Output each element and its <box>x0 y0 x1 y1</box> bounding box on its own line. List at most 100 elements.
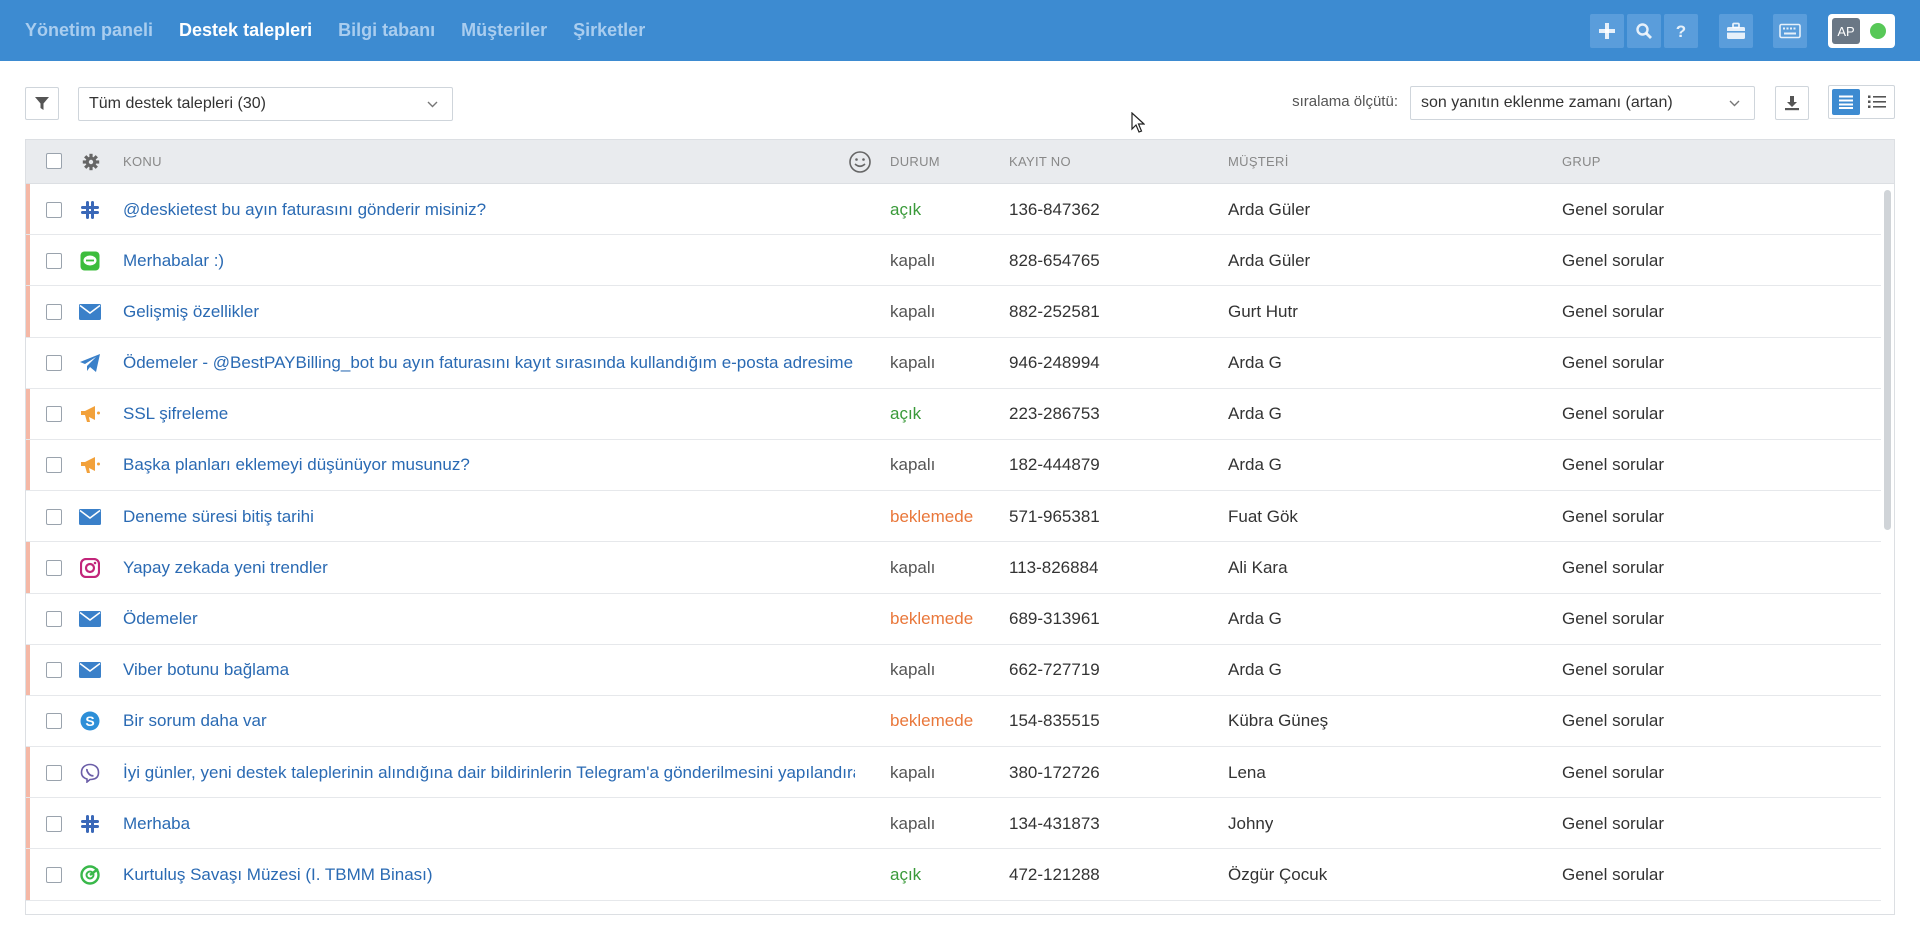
column-status[interactable]: DURUM <box>890 154 940 169</box>
row-checkbox[interactable] <box>46 815 62 832</box>
plus-icon <box>1599 23 1615 39</box>
row-checkbox[interactable] <box>46 508 62 525</box>
ticket-number: 223-286753 <box>1009 404 1100 424</box>
ticket-number: 136-847362 <box>1009 199 1100 219</box>
table-row[interactable]: Merhabalar :) kapalı 828-654765 Arda Güler G… <box>26 235 1881 287</box>
row-checkbox[interactable] <box>46 662 62 679</box>
ticket-customer: Arda G <box>1228 353 1282 373</box>
ticket-subject-link[interactable]: İyi günler, yeni destek taleplerinin alı… <box>123 747 855 798</box>
ticket-subject-link[interactable]: Gelişmiş özellikler <box>123 286 855 337</box>
table-row[interactable]: Ödemeler beklemede 689-313961 Arda G Genel s… <box>26 594 1881 645</box>
column-ticket-no[interactable]: KAYIT NO <box>1009 154 1071 169</box>
ticket-group: Genel sorular <box>1562 762 1665 782</box>
table-row[interactable]: SSL şifreleme açık 223-286753 Arda G Genel s… <box>26 388 1881 440</box>
ticket-subject-link[interactable]: SSL şifreleme <box>123 389 855 440</box>
briefcase-button[interactable] <box>1719 14 1753 48</box>
ticket-subject-link[interactable]: Ödemeler <box>123 594 855 645</box>
keyboard-button[interactable] <box>1773 14 1807 48</box>
table-row[interactable]: Ödemeler - @BestPAYBilling_bot bu ayın f… <box>26 338 1881 389</box>
nav-item-1[interactable]: Destek talepleri <box>179 20 312 41</box>
ticket-subject-link[interactable]: Bir sorum daha var <box>123 696 855 747</box>
table-row[interactable]: İyi günler, yeni destek taleplerinin alı… <box>26 747 1881 799</box>
ticket-group: Genel sorular <box>1562 660 1665 680</box>
ticket-subject-link[interactable]: @deskietest bu ayın faturasını gönderir … <box>123 184 855 235</box>
skype-icon: S <box>79 710 101 732</box>
user-status-toggle[interactable]: AP <box>1828 14 1895 48</box>
ticket-group: Genel sorular <box>1562 301 1665 321</box>
row-checkbox[interactable] <box>46 764 62 781</box>
table-row[interactable]: Viber botunu bağlama kapalı 662-727719 Arda… <box>26 644 1881 696</box>
filter-button[interactable] <box>25 87 59 120</box>
row-checkbox[interactable] <box>46 406 62 423</box>
nav-item-0[interactable]: Yönetim paneli <box>25 20 153 41</box>
ticket-customer: Lena <box>1228 762 1266 782</box>
top-navigation-bar: Yönetim paneli Destek talepleri Bilgi taba… <box>0 0 1920 61</box>
ticket-subject-link[interactable]: Yapay zekada yeni trendler <box>123 542 855 593</box>
search-button[interactable] <box>1627 14 1661 48</box>
table-body: @deskietest bu ayın faturasını gönderir … <box>26 184 1881 901</box>
row-checkbox[interactable] <box>46 866 62 883</box>
ticket-subject-link[interactable]: Merhabalar :) <box>123 235 855 286</box>
table-row[interactable]: Başka planları eklemeyi düşünüyor musunu… <box>26 439 1881 492</box>
ticket-group: Genel sorular <box>1562 506 1665 526</box>
table-row[interactable]: Gelişmiş özellikler kapalı 882-252581 Gurt … <box>26 286 1881 338</box>
table-row[interactable]: Merhaba kapalı 134-431873 Johny Genel sorula… <box>26 798 1881 850</box>
ticket-status: açık <box>890 404 922 424</box>
numbered-list-icon <box>1868 95 1886 108</box>
online-status-indicator <box>1870 23 1886 39</box>
ticket-subject-link[interactable]: Kurtuluş Savaşı Müzesi (I. TBMM Binası) <box>123 849 855 900</box>
ticket-status: beklemede <box>890 506 974 526</box>
sort-value: son yanıtın eklenme zamanı (artan) <box>1421 94 1673 111</box>
row-checkbox[interactable] <box>46 611 62 627</box>
table-row[interactable]: Kurtuluş Savaşı Müzesi (I. TBMM Binası) a… <box>26 849 1881 901</box>
select-all-checkbox[interactable] <box>46 153 62 169</box>
ticket-status: açık <box>890 199 922 219</box>
ticket-customer: Kübra Güneş <box>1228 711 1329 731</box>
ticket-subject-link[interactable]: Deneme süresi bitiş tarihi <box>123 491 855 542</box>
sort-label: sıralama ölçütü: <box>1292 93 1398 110</box>
row-checkbox[interactable] <box>46 355 62 372</box>
row-checkbox[interactable] <box>46 713 62 730</box>
line-icon <box>79 250 101 272</box>
add-button[interactable] <box>1590 14 1624 48</box>
satisfaction-column[interactable] <box>848 150 872 179</box>
priority-flag <box>26 798 30 849</box>
column-subject[interactable]: KONU <box>123 154 162 169</box>
ticket-subject-link[interactable]: Viber botunu bağlama <box>123 645 855 696</box>
ticket-status: kapalı <box>890 813 936 833</box>
ticket-number: 689-313961 <box>1009 609 1100 628</box>
table-settings-button[interactable] <box>82 153 100 176</box>
ticket-subject-link[interactable]: Merhaba <box>123 798 855 849</box>
table-row[interactable]: @deskietest bu ayın faturasını gönderir … <box>26 184 1881 236</box>
row-checkbox[interactable] <box>46 303 62 320</box>
view-mode-toggle <box>1828 85 1895 119</box>
row-checkbox[interactable] <box>46 201 62 218</box>
table-scrollbar[interactable] <box>1884 190 1891 530</box>
nav-item-4[interactable]: Şirketler <box>573 20 645 41</box>
export-button[interactable] <box>1775 86 1809 120</box>
row-checkbox[interactable] <box>46 252 62 269</box>
column-customer[interactable]: MÜŞTERİ <box>1228 154 1289 169</box>
ticket-group: Genel sorular <box>1562 250 1665 270</box>
table-row[interactable]: Yapay zekada yeni trendler kapalı 113-8268… <box>26 542 1881 594</box>
ticket-filter-select[interactable]: Tüm destek talepleri (30) <box>78 87 453 121</box>
ticket-status: kapalı <box>890 762 936 782</box>
avatar[interactable]: AP <box>1832 18 1860 44</box>
table-row[interactable]: S Bir sorum daha var beklemede 154-835515 Kü… <box>26 696 1881 748</box>
list-view-button[interactable] <box>1832 89 1860 115</box>
column-group[interactable]: GRUP <box>1562 154 1601 169</box>
table-row[interactable]: Deneme süresi bitiş tarihi beklemede 571-9… <box>26 491 1881 543</box>
sort-select[interactable]: son yanıtın eklenme zamanı (artan) <box>1410 86 1755 120</box>
help-button[interactable]: ? <box>1664 14 1698 48</box>
ticket-number: 182-444879 <box>1009 455 1100 475</box>
priority-flag <box>26 747 30 798</box>
compact-view-button[interactable] <box>1863 89 1891 115</box>
ticket-subject-link[interactable]: Başka planları eklemeyi düşünüyor musunu… <box>123 440 855 491</box>
nav-item-2[interactable]: Bilgi tabanı <box>338 20 435 41</box>
nav-item-3[interactable]: Müşteriler <box>461 20 547 41</box>
ticket-subject-link[interactable]: Ödemeler - @BestPAYBilling_bot bu ayın f… <box>123 338 855 389</box>
ticket-group: Genel sorular <box>1562 199 1665 219</box>
row-checkbox[interactable] <box>46 559 62 576</box>
ticket-group: Genel sorular <box>1562 557 1665 577</box>
row-checkbox[interactable] <box>46 457 62 474</box>
